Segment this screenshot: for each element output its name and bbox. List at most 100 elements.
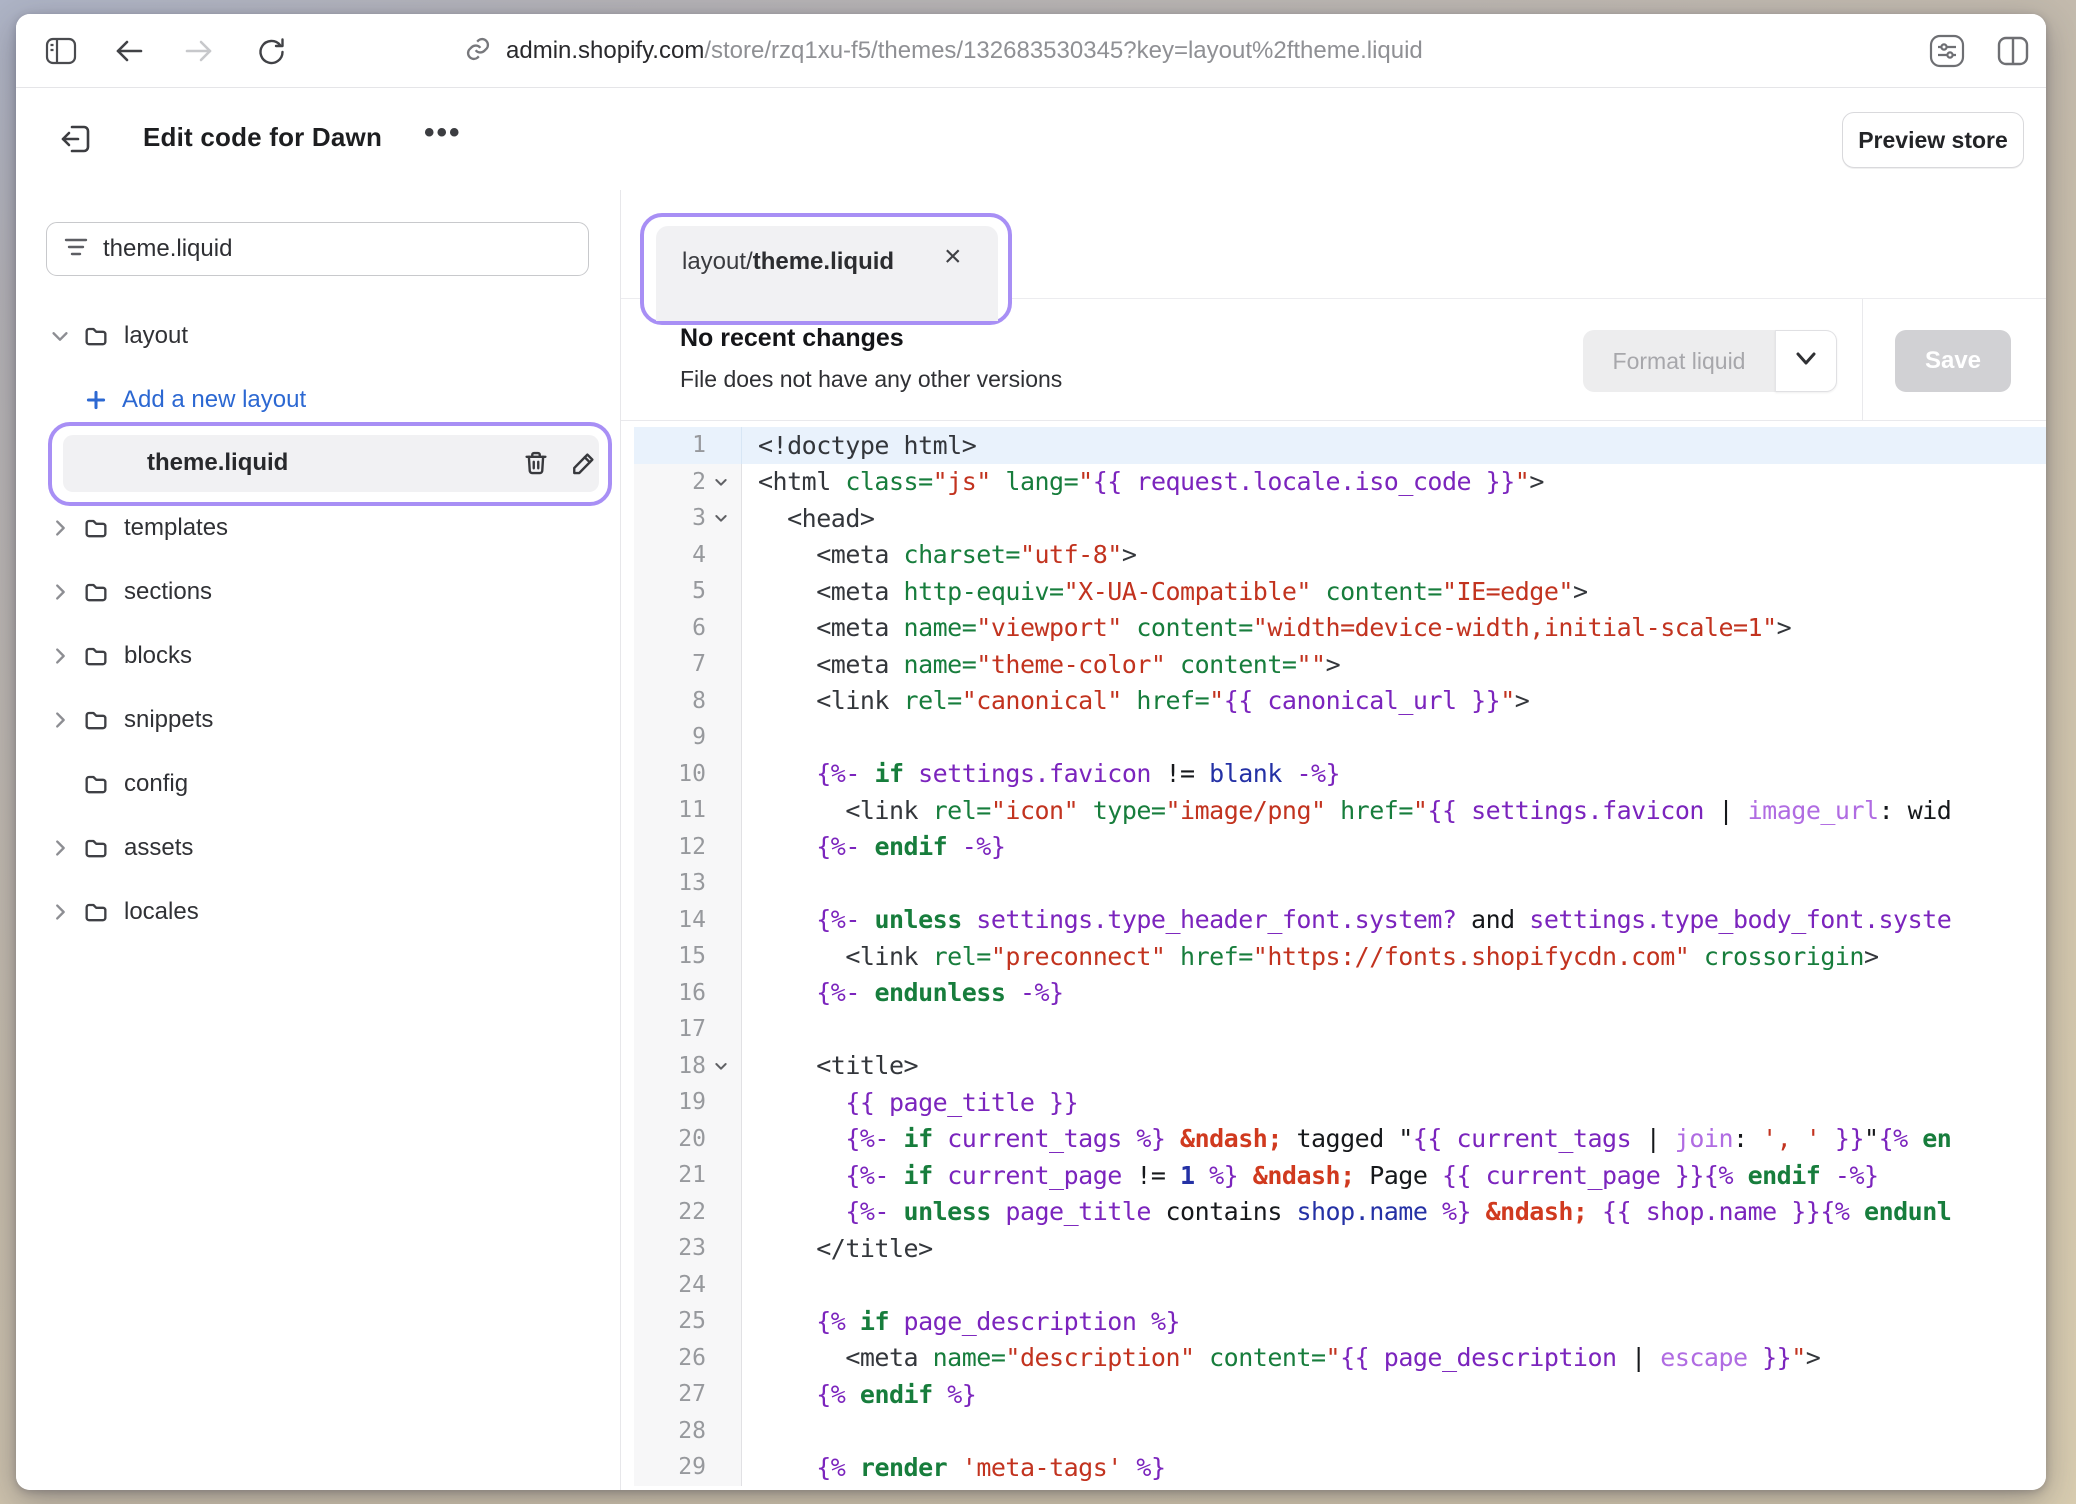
- reload-icon[interactable]: [252, 32, 290, 70]
- chevron-right-icon[interactable]: [48, 900, 72, 924]
- chevron-right-icon[interactable]: [48, 644, 72, 668]
- folder-label: sections: [124, 578, 212, 606]
- code-line-20[interactable]: 20 {%- if current_tags %} &ndash; tagged…: [634, 1121, 2046, 1158]
- code-line-12[interactable]: 12 {%- endif -%}: [634, 829, 2046, 866]
- code-line-17[interactable]: 17: [634, 1011, 2046, 1048]
- code-line-25[interactable]: 25 {% if page_description %}: [634, 1303, 2046, 1340]
- sidebar-file-theme-liquid-slot[interactable]: theme.liquid: [16, 432, 620, 496]
- code-line-28[interactable]: 28: [634, 1413, 2046, 1450]
- code-line-7[interactable]: 7 <meta name="theme-color" content="">: [634, 646, 2046, 683]
- gutter: 13: [634, 865, 742, 902]
- code-line-2[interactable]: 2 <html class="js" lang="{{ request.local…: [634, 464, 2046, 501]
- folder-icon: [82, 578, 110, 606]
- code-line-29[interactable]: 29 {% render 'meta-tags' %}: [634, 1449, 2046, 1486]
- code-line-1[interactable]: 1<!doctype html>: [634, 427, 2046, 464]
- chevron-down-icon[interactable]: [48, 324, 72, 348]
- folder-icon: [82, 322, 110, 350]
- sidebar-item-theme-liquid[interactable]: theme.liquid: [63, 435, 599, 492]
- add-layout-label: Add a new layout: [122, 386, 306, 414]
- chevron-right-icon[interactable]: [48, 516, 72, 540]
- code-line-23[interactable]: 23 </title>: [634, 1230, 2046, 1267]
- line-number: 6: [634, 615, 706, 641]
- code-line-16[interactable]: 16 {%- endunless -%}: [634, 975, 2046, 1012]
- chevron-right-icon[interactable]: [48, 580, 72, 604]
- fold-toggle-icon[interactable]: [706, 474, 736, 490]
- exit-editor-icon[interactable]: [58, 121, 94, 162]
- save-button[interactable]: Save: [1895, 330, 2011, 392]
- line-number: 15: [634, 943, 706, 969]
- format-options-caret[interactable]: [1775, 330, 1837, 392]
- back-icon[interactable]: [110, 32, 148, 70]
- line-number: 2: [634, 469, 706, 495]
- file-search[interactable]: [46, 222, 589, 276]
- code-line-22[interactable]: 22 {%- unless page_title contains shop.n…: [634, 1194, 2046, 1231]
- line-number: 19: [634, 1089, 706, 1115]
- browser-window: admin.shopify.com/store/rzq1xu-f5/themes…: [16, 14, 2046, 1490]
- search-input[interactable]: [103, 235, 572, 263]
- tab-theme-liquid[interactable]: layout/theme.liquid ×: [656, 226, 998, 321]
- folder-label: locales: [124, 898, 199, 926]
- gutter: 18: [634, 1048, 742, 1085]
- sidebar-folder-layout[interactable]: layout: [16, 304, 620, 368]
- code-line-18[interactable]: 18 <title>: [634, 1048, 2046, 1085]
- sidebar-folder-locales[interactable]: locales: [16, 880, 620, 944]
- sidebar-folder-templates[interactable]: templates: [16, 496, 620, 560]
- line-number: 20: [634, 1126, 706, 1152]
- preview-store-button[interactable]: Preview store: [1842, 112, 2024, 168]
- folder-label: assets: [124, 834, 193, 862]
- code-line-21[interactable]: 21 {%- if current_page != 1 %} &ndash; P…: [634, 1157, 2046, 1194]
- folder-label: snippets: [124, 706, 213, 734]
- close-tab-icon[interactable]: ×: [944, 240, 962, 274]
- code-line-11[interactable]: 11 <link rel="icon" type="image/png" hre…: [634, 792, 2046, 829]
- gutter: 4: [634, 537, 742, 574]
- code-line-14[interactable]: 14 {%- unless settings.type_header_font.…: [634, 902, 2046, 939]
- folder-label: config: [124, 770, 188, 798]
- chevron-right-icon[interactable]: [48, 708, 72, 732]
- code-text: {{ page_title }}: [742, 1088, 1078, 1117]
- code-line-3[interactable]: 3 <head>: [634, 500, 2046, 537]
- format-liquid-button[interactable]: Format liquid: [1583, 330, 1837, 392]
- code-line-13[interactable]: 13: [634, 865, 2046, 902]
- forward-icon[interactable]: [180, 32, 218, 70]
- browser-settings-icon[interactable]: [1928, 32, 1966, 70]
- code-line-15[interactable]: 15 <link rel="preconnect" href="https://…: [634, 938, 2046, 975]
- code-text: {% render 'meta-tags' %}: [742, 1453, 1166, 1482]
- gutter: 17: [634, 1011, 742, 1048]
- code-line-10[interactable]: 10 {%- if settings.favicon != blank -%}: [634, 756, 2046, 793]
- code-line-5[interactable]: 5 <meta http-equiv="X-UA-Compatible" con…: [634, 573, 2046, 610]
- sidebar-folder-snippets[interactable]: snippets: [16, 688, 620, 752]
- code-line-19[interactable]: 19 {{ page_title }}: [634, 1084, 2046, 1121]
- fold-toggle-icon[interactable]: [706, 1058, 736, 1074]
- gutter: 14: [634, 902, 742, 939]
- delete-file-icon[interactable]: [521, 448, 551, 478]
- code-line-8[interactable]: 8 <link rel="canonical" href="{{ canonic…: [634, 683, 2046, 720]
- code-text: <html class="js" lang="{{ request.locale…: [742, 467, 1544, 496]
- overflow-menu-icon[interactable]: •••: [424, 116, 462, 150]
- code-line-6[interactable]: 6 <meta name="viewport" content="width=d…: [634, 610, 2046, 647]
- url-host: admin.shopify.com: [506, 37, 704, 64]
- split-view-icon[interactable]: [1994, 32, 2032, 70]
- line-number: 9: [634, 724, 706, 750]
- url-path: /store/rzq1xu-f5/themes/132683530345?key…: [704, 37, 1422, 64]
- line-number: 17: [634, 1016, 706, 1042]
- line-number: 10: [634, 761, 706, 787]
- code-line-27[interactable]: 27 {% endif %}: [634, 1376, 2046, 1413]
- code-line-26[interactable]: 26 <meta name="description" content="{{ …: [634, 1340, 2046, 1377]
- code-line-4[interactable]: 4 <meta charset="utf-8">: [634, 537, 2046, 574]
- code-editor[interactable]: 1<!doctype html> 2 <html class="js" lang="…: [621, 421, 2046, 1490]
- sidebar-folder-blocks[interactable]: blocks: [16, 624, 620, 688]
- save-area-divider: [1862, 299, 1863, 420]
- folder-icon: [82, 898, 110, 926]
- url-bar[interactable]: admin.shopify.com/store/rzq1xu-f5/themes…: [464, 14, 1423, 88]
- fold-toggle-icon[interactable]: [706, 510, 736, 526]
- gutter: 16: [634, 975, 742, 1012]
- rename-file-icon[interactable]: [569, 448, 599, 478]
- code-line-24[interactable]: 24: [634, 1267, 2046, 1304]
- code-line-9[interactable]: 9: [634, 719, 2046, 756]
- folder-icon: [82, 834, 110, 862]
- sidebar-folder-config[interactable]: config: [16, 752, 620, 816]
- sidebar-toggle-icon[interactable]: [42, 32, 80, 70]
- sidebar-folder-assets[interactable]: assets: [16, 816, 620, 880]
- chevron-right-icon[interactable]: [48, 836, 72, 860]
- sidebar-folder-sections[interactable]: sections: [16, 560, 620, 624]
